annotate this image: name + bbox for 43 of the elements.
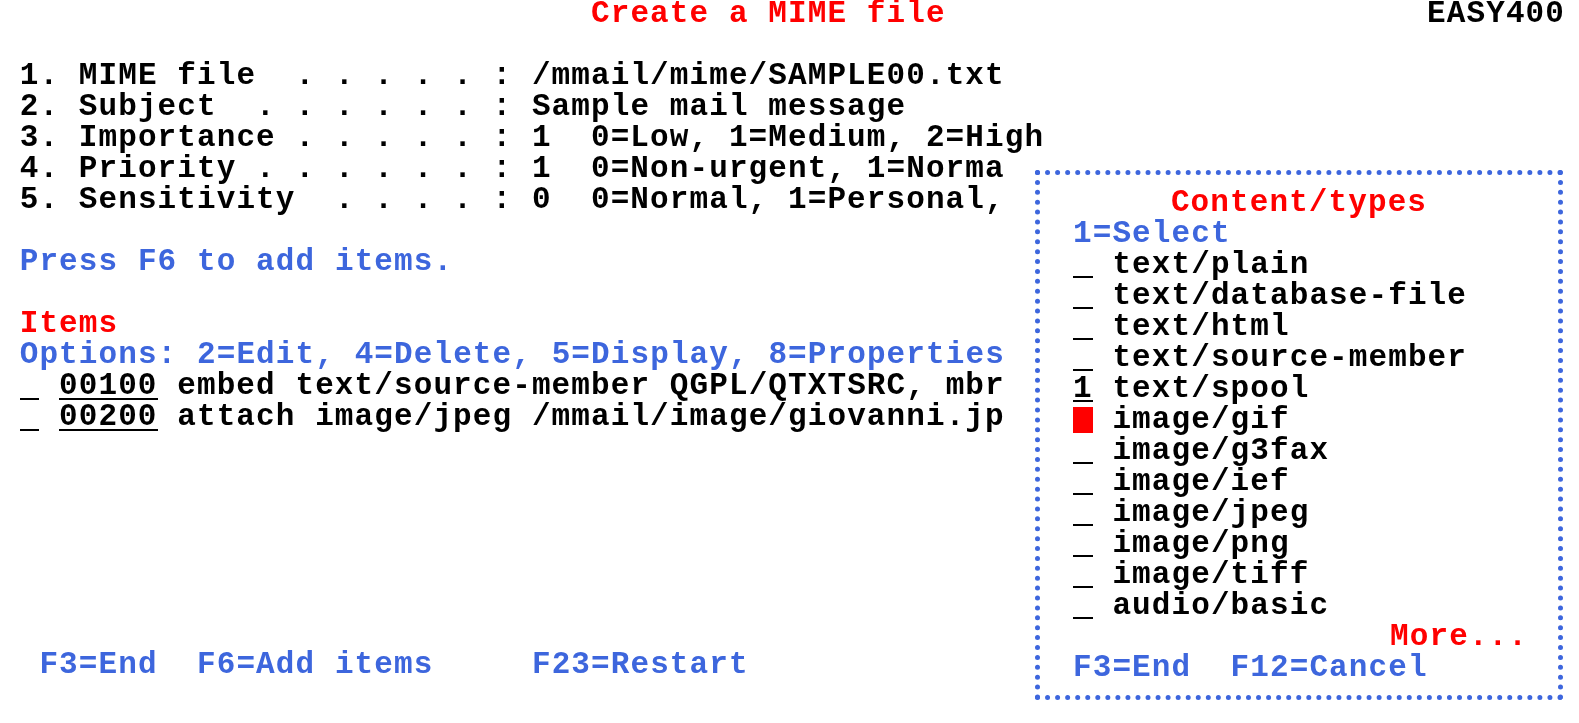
- field-hint: 0=Low, 1=Medium, 2=High: [590, 122, 1045, 153]
- field-hint: 0=Non-urgent, 1=Norma: [590, 153, 1005, 184]
- content-type-label: image/gif: [1112, 406, 1290, 433]
- field-value: Sample mail message: [531, 91, 907, 122]
- content-type-label: image/png: [1112, 530, 1290, 557]
- content-type-label: text/source-member: [1112, 344, 1468, 371]
- select-input-field[interactable]: 1: [1073, 375, 1093, 402]
- instruction-text: 1=Select: [1073, 218, 1231, 249]
- content-type-label: image/g3fax: [1112, 437, 1330, 464]
- function-key-hint: F12=Cancel: [1230, 652, 1428, 683]
- content-type-label: image/jpeg: [1112, 499, 1310, 526]
- options-legend: Options: 2=Edit, 4=Delete, 5=Display, 8=Properties: [19, 339, 1005, 370]
- field-value: 0: [531, 184, 553, 215]
- field-label: 4. Priority . . . . . . :: [19, 153, 514, 184]
- content-type-label: text/plain: [1112, 251, 1310, 278]
- field-label: 5. Sensitivity . . . . :: [19, 184, 514, 215]
- field-label: 3. Importance . . . . . :: [19, 122, 514, 153]
- content-type-label: image/tiff: [1112, 561, 1310, 588]
- function-key-hint: F23=Restart: [531, 649, 749, 680]
- sequence-number: 00100: [59, 371, 158, 400]
- field-hint: 0=Normal, 1=Personal,: [590, 184, 1005, 215]
- field-value: 1: [531, 153, 553, 184]
- function-key-hint: F3=End: [39, 649, 158, 680]
- field-value: /mmail/mime/SAMPLE00.txt: [531, 60, 1005, 91]
- field-value: 1: [531, 122, 552, 153]
- select-input-field[interactable]: [1073, 406, 1093, 433]
- content-type-label: text/spool: [1112, 375, 1310, 402]
- section-title: Items: [19, 308, 119, 339]
- item-description: embed text/source-member QGPL/QTXTSRC, mbr: [177, 370, 1005, 401]
- content-type-label: text/database-file: [1112, 282, 1468, 309]
- more-indicator: More...: [1390, 621, 1528, 652]
- field-label: 1. MIME file . . . . . :: [19, 60, 514, 91]
- content-type-label: audio/basic: [1112, 592, 1330, 619]
- instruction-text: Press F6 to add items.: [19, 246, 454, 277]
- field-label: 2. Subject . . . . . . :: [19, 91, 514, 122]
- sequence-number: 00200: [59, 402, 158, 431]
- popup-title: Content/types: [1170, 187, 1428, 218]
- system-name: EASY400: [1427, 0, 1565, 29]
- function-key-hint: F3=End: [1073, 652, 1192, 683]
- content-type-label: text/html: [1112, 313, 1290, 340]
- function-key-hint: F6=Add items: [197, 649, 434, 680]
- content-type-label: image/ief: [1112, 468, 1290, 495]
- item-description: attach image/jpeg /mmail/image/giovanni.jp: [177, 401, 1005, 432]
